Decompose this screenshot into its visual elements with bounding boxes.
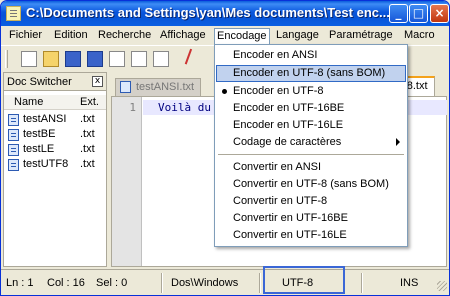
- menu-separator: [218, 154, 404, 155]
- minimize-button[interactable]: _: [389, 4, 408, 23]
- file-icon: [8, 144, 19, 156]
- menu-item-encoder-utf16le[interactable]: Encoder en UTF-16LE: [216, 117, 406, 134]
- menu-item-label: Encoder en ANSI: [233, 49, 318, 61]
- status-divider: [259, 273, 261, 293]
- status-divider: [361, 273, 363, 293]
- toolbar-grip[interactable]: [5, 50, 8, 68]
- close-button[interactable]: ×: [430, 4, 449, 23]
- maximize-button[interactable]: □: [409, 4, 428, 23]
- list-item[interactable]: testUTF8 .txt: [4, 158, 106, 173]
- encoding-highlight-frame: [263, 266, 345, 294]
- doc-switcher-title: Doc Switcher: [7, 76, 72, 88]
- file-ext: .txt: [80, 143, 95, 155]
- menu-item-codage-caracteres[interactable]: Codage de caractères: [216, 134, 406, 151]
- menu-item-label: Codage de caractères: [233, 136, 342, 148]
- file-name: testUTF8: [23, 158, 69, 170]
- menu-affichage[interactable]: Affichage: [158, 28, 208, 44]
- close-all-icon[interactable]: [131, 51, 147, 67]
- menu-langage[interactable]: Langage: [274, 28, 321, 44]
- file-icon: [8, 129, 19, 141]
- print-icon[interactable]: [153, 51, 169, 67]
- status-line: Ln : 1: [6, 277, 34, 289]
- menu-item-convertir-utf16le[interactable]: Convertir en UTF-16LE: [216, 227, 406, 244]
- new-file-icon[interactable]: [21, 51, 37, 67]
- radio-bullet-icon: [222, 89, 227, 94]
- menu-recherche[interactable]: Recherche: [96, 28, 153, 44]
- doc-switcher-columns: Name Ext.: [4, 95, 106, 110]
- menu-edition[interactable]: Edition: [52, 28, 90, 44]
- open-folder-icon[interactable]: [43, 51, 59, 67]
- menu-item-label: Convertir en UTF-16BE: [233, 212, 348, 224]
- menu-bar: Fichier Edition Recherche Affichage Enco…: [1, 26, 449, 45]
- file-icon: [8, 159, 19, 171]
- notepadpp-window: C:\Documents and Settings\yan\Mes docume…: [0, 0, 450, 296]
- menu-item-encoder-utf8-sans-bom[interactable]: Encoder en UTF-8 (sans BOM): [216, 65, 406, 82]
- save-all-icon[interactable]: [87, 51, 103, 67]
- column-header-name[interactable]: Name: [14, 96, 43, 108]
- menu-item-label: Convertir en UTF-16LE: [233, 229, 347, 241]
- window-title: C:\Documents and Settings\yan\Mes docume…: [26, 5, 390, 20]
- menu-item-label: Encoder en UTF-16BE: [233, 102, 345, 114]
- menu-item-encoder-ansi[interactable]: Encoder en ANSI: [216, 47, 406, 64]
- menu-parametrage[interactable]: Paramétrage: [327, 28, 395, 44]
- menu-macro[interactable]: Macro: [402, 28, 437, 44]
- menu-item-convertir-utf16be[interactable]: Convertir en UTF-16BE: [216, 210, 406, 227]
- menu-item-label: Convertir en UTF-8: [233, 195, 328, 207]
- save-icon[interactable]: [65, 51, 81, 67]
- menu-encodage[interactable]: Encodage: [214, 28, 270, 44]
- menu-item-encoder-utf8[interactable]: Encoder en UTF-8: [216, 83, 406, 100]
- file-ext: .txt: [80, 158, 95, 170]
- file-icon: [120, 81, 131, 93]
- line-number-gutter: 1: [112, 97, 142, 266]
- list-item[interactable]: testBE .txt: [4, 128, 106, 143]
- status-eol: Dos\Windows: [171, 277, 239, 289]
- status-divider: [161, 273, 163, 293]
- list-item[interactable]: testANSI .txt: [4, 113, 106, 128]
- submenu-arrow-icon: [396, 138, 400, 146]
- status-col: Col : 16: [47, 277, 85, 289]
- doc-switcher-close-icon[interactable]: x: [92, 76, 103, 87]
- file-name: testBE: [23, 128, 56, 140]
- file-ext: .txt: [80, 128, 95, 140]
- encodage-dropdown-menu: Encoder en ANSI Encoder en UTF-8 (sans B…: [214, 44, 408, 247]
- doc-switcher-list: testANSI .txt testBE .txt testLE .txt te…: [4, 113, 106, 173]
- tab-label: testANSI.txt: [136, 81, 195, 93]
- menu-item-label: Encoder en UTF-8 (sans BOM): [233, 67, 386, 79]
- notepad-app-icon: [6, 6, 21, 21]
- menu-item-convertir-utf8-sans-bom[interactable]: Convertir en UTF-8 (sans BOM): [216, 176, 406, 193]
- column-header-ext[interactable]: Ext.: [80, 96, 99, 108]
- close-file-icon[interactable]: [109, 51, 125, 67]
- status-mode: INS: [400, 277, 419, 289]
- cut-icon[interactable]: [184, 48, 206, 70]
- tab-testansi[interactable]: testANSI.txt: [115, 78, 202, 96]
- doc-switcher-panel: Doc Switcher x Name Ext. testANSI .txt t…: [3, 72, 107, 267]
- menu-fichier[interactable]: Fichier: [7, 28, 44, 44]
- file-name: testLE: [23, 143, 55, 155]
- file-name: testANSI: [23, 113, 67, 125]
- menu-item-convertir-utf8[interactable]: Convertir en UTF-8: [216, 193, 406, 210]
- resize-grip[interactable]: [437, 281, 447, 291]
- menu-item-encoder-utf16be[interactable]: Encoder en UTF-16BE: [216, 100, 406, 117]
- editor-text[interactable]: Voilà du: [158, 101, 211, 114]
- status-bar: Ln : 1 Col : 16 Sel : 0 Dos\Windows UTF-…: [1, 269, 449, 295]
- status-sel: Sel : 0: [96, 277, 128, 289]
- menu-item-convertir-ansi[interactable]: Convertir en ANSI: [216, 159, 406, 176]
- menu-item-label: Encoder en UTF-16LE: [233, 119, 344, 131]
- file-icon: [8, 114, 19, 126]
- line-number: 1: [129, 101, 136, 114]
- doc-switcher-header: Doc Switcher x: [4, 73, 106, 91]
- title-bar[interactable]: C:\Documents and Settings\yan\Mes docume…: [1, 1, 449, 26]
- menu-item-label: Convertir en UTF-8 (sans BOM): [233, 178, 389, 190]
- list-item[interactable]: testLE .txt: [4, 143, 106, 158]
- menu-item-label: Convertir en ANSI: [233, 161, 322, 173]
- menu-item-label: Encoder en UTF-8: [233, 85, 324, 97]
- file-ext: .txt: [80, 113, 95, 125]
